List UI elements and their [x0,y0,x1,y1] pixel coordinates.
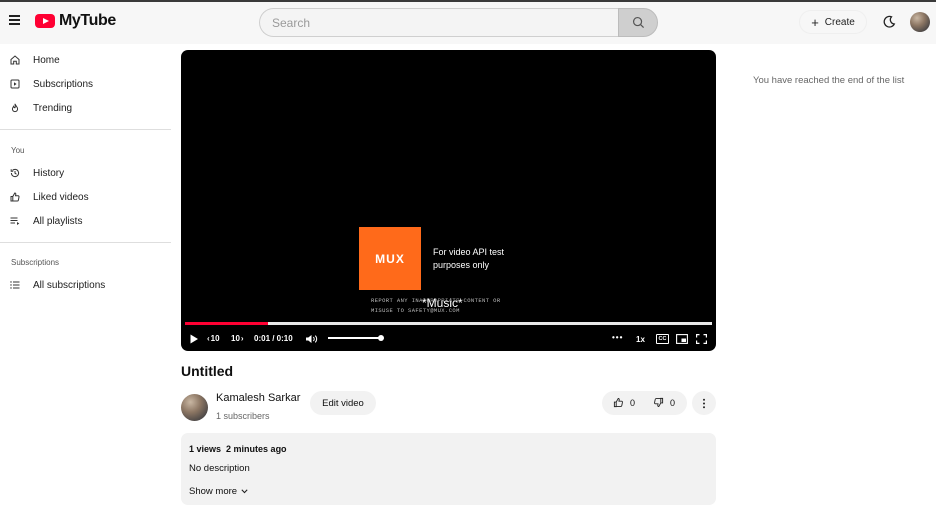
moon-icon[interactable] [882,15,896,29]
sidebar-section-you: You [11,146,25,155]
channel-avatar[interactable] [181,394,208,421]
user-avatar[interactable] [910,12,930,32]
forward-seconds: 10 [231,334,240,343]
create-button[interactable]: + Create [799,10,867,34]
vertical-dots-icon [703,398,705,408]
edit-video-button[interactable]: Edit video [310,391,376,415]
thumbs-down-icon [654,397,664,407]
video-title: Untitled [181,363,234,379]
logo[interactable]: MyTube [35,12,116,30]
show-more-button[interactable]: Show more [189,486,248,497]
create-label: Create [824,16,855,28]
volume-slider[interactable] [328,337,382,339]
sidebar-divider [0,242,171,243]
sidebar-divider [0,129,171,130]
sidebar-item-label: Trending [33,102,73,114]
subscriber-count: 1 subscribers [216,411,270,421]
sidebar-item-liked-videos[interactable]: Liked videos [9,190,89,204]
sidebar-item-label: Subscriptions [33,78,94,90]
sidebar-item-trending[interactable]: Trending [9,101,72,115]
dislike-count: 0 [670,397,676,408]
rewind-button[interactable]: ‹ 10 [207,334,220,343]
sidebar-item-label: Liked videos [33,191,89,203]
video-meta: 1 views 2 minutes ago [189,444,287,454]
dislike-button[interactable]: 0 [653,397,675,408]
overlay-text-line1: For video API test [433,247,505,257]
more-options-icon[interactable]: ••• [612,333,623,342]
fullscreen-icon[interactable] [696,334,707,344]
miniplayer-icon[interactable] [676,334,688,344]
volume-knob[interactable] [378,335,384,341]
forward-arrow-icon: › [240,334,244,343]
sidebar-item-label: All playlists [33,215,83,227]
overlay-text-line2: purposes only [433,260,490,270]
rewind-seconds: 10 [210,334,220,343]
end-of-list-message: You have reached the end of the list [753,75,905,86]
forward-button[interactable]: 10 › [231,334,244,343]
channel-name[interactable]: Kamalesh Sarkar [216,392,300,404]
like-count: 0 [630,397,636,408]
captions-button[interactable]: CC [656,334,669,344]
home-icon [10,55,20,65]
sidebar-item-all-playlists[interactable]: All playlists [9,214,82,228]
like-button[interactable]: 0 [613,397,635,408]
progress-played [185,322,268,325]
show-more-label: Show more [189,486,238,497]
rewind-arrow-icon: ‹ [207,334,210,343]
search-button[interactable] [618,8,658,37]
play-logo-icon [35,14,55,28]
sidebar-item-label: All subscriptions [33,279,106,291]
time-display: 0:01 / 0:10 [254,334,293,343]
description-box[interactable]: 1 views 2 minutes ago No description Sho… [181,433,716,505]
video-more-button[interactable] [692,391,716,415]
app-name: MyTube [59,12,116,29]
volume-icon[interactable] [305,334,319,344]
progress-bar[interactable] [185,322,712,325]
plus-icon: + [811,14,819,30]
subscriptions-icon [10,79,20,89]
thumbs-up-icon [10,192,20,202]
history-icon [10,168,20,178]
sidebar-item-history[interactable]: History [9,166,64,180]
list-icon [10,281,20,289]
flame-icon [11,103,19,113]
mux-logo: MUX [359,227,421,290]
playlist-icon [10,217,20,225]
sidebar-item-label: History [33,167,65,179]
playback-speed[interactable]: 1x [636,335,645,344]
sidebar-item-label: Home [33,54,60,66]
description-text: No description [189,463,250,474]
sidebar-item-all-subscriptions[interactable]: All subscriptions [9,278,105,292]
chevron-down-icon [241,489,248,494]
play-icon[interactable] [189,334,199,344]
sidebar-item-home[interactable]: Home [9,53,60,67]
caption-text: *Music* [422,296,463,310]
sidebar-section-subscriptions: Subscriptions [11,258,60,267]
view-count: 1 views [189,444,222,454]
menu-icon[interactable] [9,15,20,25]
thumbs-up-icon [613,398,623,408]
like-dislike-group: 0 0 [602,391,687,415]
search-input[interactable] [259,8,619,37]
upload-time: 2 minutes ago [226,444,287,454]
search-icon [632,16,644,29]
sidebar-item-subscriptions[interactable]: Subscriptions [9,77,93,91]
video-player[interactable]: MUX For video API test purposes only REP… [181,50,716,351]
